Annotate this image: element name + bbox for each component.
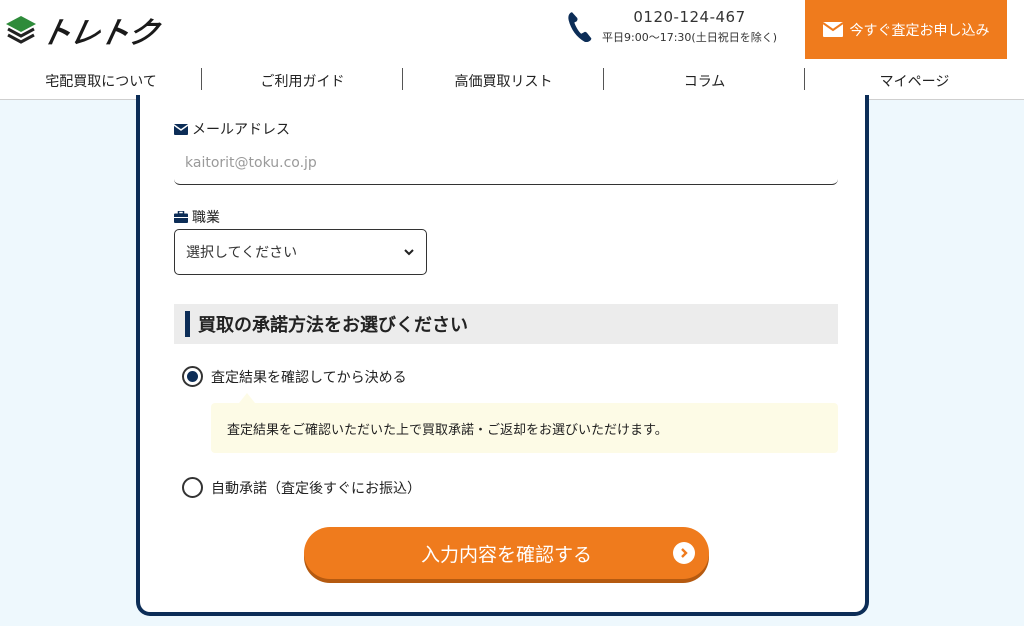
- logo-layers-icon: [6, 16, 36, 44]
- note-pointer: [239, 393, 255, 403]
- envelope-icon: [174, 123, 188, 135]
- email-input[interactable]: [174, 142, 838, 185]
- section-accent-bar: [185, 311, 190, 337]
- phone-icon: [568, 11, 592, 42]
- chevron-down-icon: [404, 248, 414, 255]
- confirm-input-button[interactable]: 入力内容を確認する: [304, 527, 709, 579]
- occupation-label: 職業: [174, 207, 220, 227]
- apply-now-button[interactable]: 今すぐ査定お申し込み: [805, 0, 1007, 59]
- occupation-label-text: 職業: [192, 210, 220, 226]
- chevron-right-icon: [673, 542, 695, 564]
- purchase-approval-section-header: 買取の承諾方法をお選びください: [174, 304, 838, 344]
- note-text: 査定結果をご確認いただいた上で買取承諾・ご返却をお選びいただけます。: [227, 422, 668, 438]
- site-logo[interactable]: トレトク: [4, 10, 161, 51]
- radio-option-label: 査定結果を確認してから決める: [211, 369, 407, 386]
- section-title: 買取の承諾方法をお選びください: [198, 315, 468, 336]
- radio-button-selected[interactable]: [182, 366, 203, 387]
- occupation-select[interactable]: 選択してください: [174, 229, 427, 275]
- radio-option-auto-approve[interactable]: 自動承諾（査定後すぐにお振込）: [182, 477, 421, 498]
- nav-item-mypage[interactable]: マイページ: [805, 62, 1024, 99]
- nav-item-label: 高価買取リスト: [454, 73, 553, 90]
- phone-number: 0120-124-467: [633, 8, 746, 26]
- nav-item-delivery-purchase[interactable]: 宅配買取について: [0, 62, 202, 99]
- radio-button-unselected[interactable]: [182, 477, 203, 498]
- radio-option-label: 自動承諾（査定後すぐにお振込）: [211, 480, 421, 497]
- mail-icon: [822, 22, 843, 37]
- nav-item-label: マイページ: [879, 73, 950, 90]
- email-label: メールアドレス: [174, 119, 290, 139]
- confirm-button-label: 入力内容を確認する: [420, 543, 592, 566]
- email-label-text: メールアドレス: [192, 122, 290, 138]
- briefcase-icon: [174, 211, 188, 223]
- nav-item-price-list[interactable]: 高価買取リスト: [403, 62, 604, 99]
- nav-item-column[interactable]: コラム: [604, 62, 805, 99]
- phone-hours: 平日9:00～17:30(土日祝日を除く): [602, 31, 777, 44]
- occupation-selected-value: 選択してください: [186, 245, 298, 261]
- radio-option-confirm-first[interactable]: 査定結果を確認してから決める: [182, 366, 407, 387]
- nav-item-label: 宅配買取について: [45, 73, 157, 90]
- nav-item-label: コラム: [683, 73, 726, 90]
- application-form-card: メールアドレス 職業 選択してください 買取の承諾方法をお選びください 査定結果…: [136, 95, 869, 616]
- nav-item-label: ご利用ガイド: [260, 73, 345, 90]
- site-header: トレトク 0120-124-467 平日9:00～17:30(土日祝日を除く) …: [0, 0, 1024, 62]
- nav-item-guide[interactable]: ご利用ガイド: [202, 62, 403, 99]
- option-description-note: 査定結果をご確認いただいた上で買取承諾・ご返却をお選びいただけます。: [211, 393, 838, 453]
- phone-contact[interactable]: 0120-124-467 平日9:00～17:30(土日祝日を除く): [566, 8, 777, 45]
- apply-now-label: 今すぐ査定お申し込み: [849, 22, 990, 39]
- logo-text: トレトク: [37, 16, 161, 51]
